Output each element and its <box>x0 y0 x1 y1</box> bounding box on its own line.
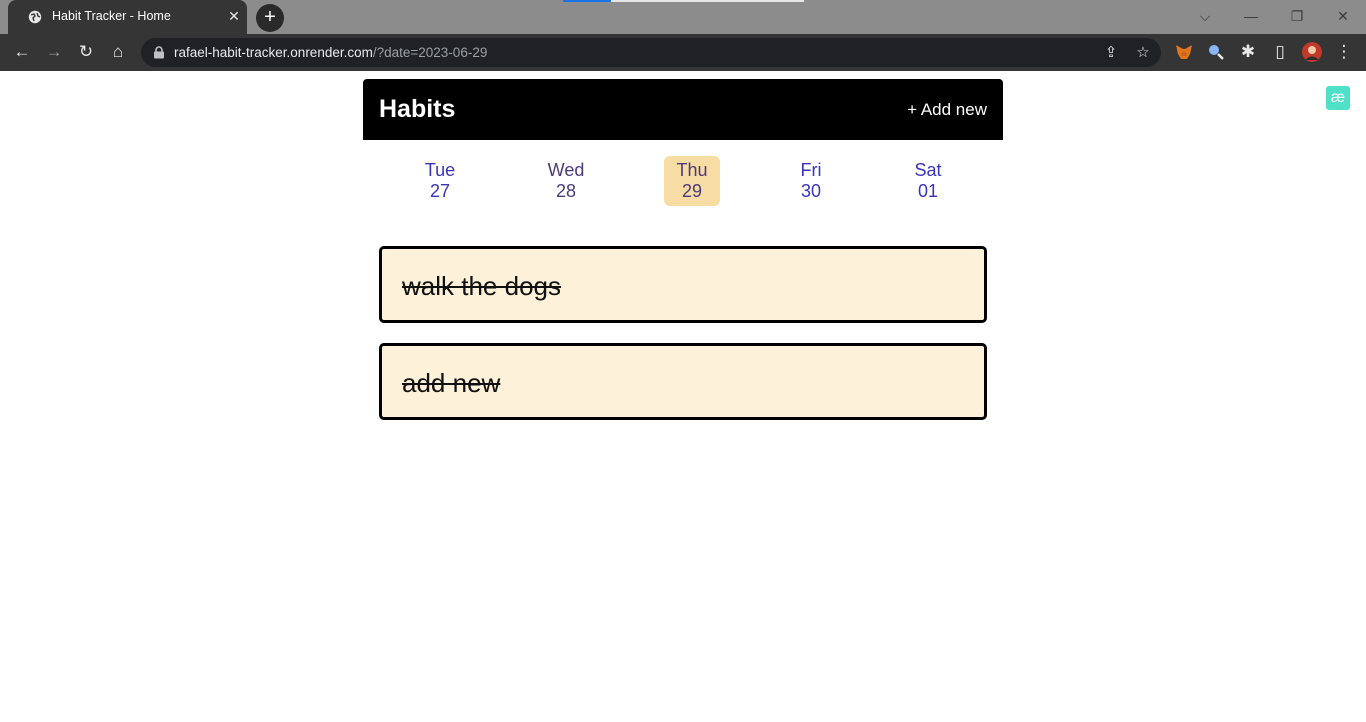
habit-card[interactable]: add new <box>379 343 987 420</box>
day-weekday: Fri <box>800 160 822 180</box>
day-thu-29-selected[interactable]: Thu 29 <box>664 156 720 206</box>
restore-icon[interactable]: ❐ <box>1286 6 1308 26</box>
app-header: Habits + Add new <box>363 79 1003 140</box>
home-icon[interactable]: ⌂ <box>108 42 128 62</box>
new-tab-button[interactable]: + <box>256 4 284 32</box>
url-path: /?date=2023-06-29 <box>372 45 488 60</box>
forward-icon[interactable]: → <box>44 42 64 62</box>
profile-avatar[interactable] <box>1302 42 1322 62</box>
lock-icon[interactable] <box>153 46 165 59</box>
browser-tab-active[interactable]: Habit Tracker - Home ✕ <box>8 0 247 34</box>
day-weekday: Wed <box>547 160 585 180</box>
loading-bar-track <box>611 0 804 2</box>
extension-magnifier-icon[interactable] <box>1206 42 1226 62</box>
day-wed-28[interactable]: Wed 28 <box>538 156 594 206</box>
habit-card[interactable]: walk the dogs <box>379 246 987 323</box>
address-bar[interactable]: rafael-habit-tracker.onrender.com/?date=… <box>141 38 1161 67</box>
url-host: rafael-habit-tracker.onrender.com <box>174 45 373 60</box>
loading-bar <box>563 0 611 2</box>
habit-name: walk the dogs <box>402 271 561 301</box>
tab-title: Habit Tracker - Home <box>52 9 171 23</box>
reload-icon[interactable]: ↻ <box>76 42 96 62</box>
tab-search-icon[interactable]: ⌵ <box>1194 6 1216 26</box>
browser-menu-icon[interactable]: ⋮ <box>1334 42 1354 62</box>
day-date: 29 <box>681 181 703 201</box>
side-panel-icon[interactable]: ▯ <box>1270 42 1290 62</box>
day-date: 01 <box>917 181 939 201</box>
day-weekday: Sat <box>914 160 942 180</box>
browser-tabstrip: Habit Tracker - Home ✕ + ⌵ — ❐ ✕ <box>0 0 1366 34</box>
page-title: Habits <box>379 95 456 123</box>
day-date: 30 <box>800 181 822 201</box>
day-fri-30[interactable]: Fri 30 <box>783 156 839 206</box>
extensions-puzzle-icon[interactable]: ✱ <box>1238 42 1258 62</box>
add-new-habit-link[interactable]: + Add new <box>907 100 987 120</box>
globe-icon <box>28 10 42 24</box>
window-close-icon[interactable]: ✕ <box>1332 6 1354 26</box>
extension-ae-icon[interactable]: æ <box>1326 86 1350 110</box>
habit-name: add new <box>402 368 501 398</box>
metamask-fox-icon[interactable] <box>1174 42 1194 62</box>
back-icon[interactable]: ← <box>12 42 32 62</box>
day-tue-27[interactable]: Tue 27 <box>412 156 468 206</box>
day-date: 27 <box>429 181 451 201</box>
tab-close-icon[interactable]: ✕ <box>226 8 242 24</box>
day-date: 28 <box>555 181 577 201</box>
browser-toolbar: ← → ↻ ⌂ rafael-habit-tracker.onrender.co… <box>0 34 1366 71</box>
day-sat-01[interactable]: Sat 01 <box>900 156 956 206</box>
day-weekday: Thu <box>676 160 708 180</box>
day-weekday: Tue <box>424 160 456 180</box>
share-icon[interactable]: ⇪ <box>1101 43 1121 63</box>
minimize-icon[interactable]: — <box>1240 6 1262 26</box>
url-text[interactable]: rafael-habit-tracker.onrender.com/?date=… <box>174 45 487 60</box>
bookmark-star-icon[interactable]: ☆ <box>1133 43 1153 63</box>
